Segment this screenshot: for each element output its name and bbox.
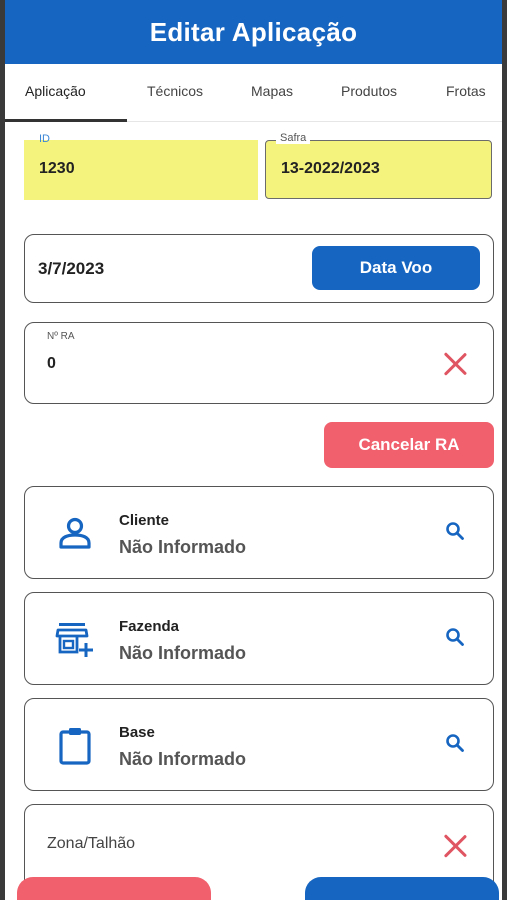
- cliente-title: Cliente: [119, 512, 170, 529]
- data-voo-button[interactable]: Data Voo: [312, 246, 480, 290]
- tab-mapas[interactable]: Mapas: [251, 83, 293, 99]
- base-selector[interactable]: Base Não Informado: [24, 698, 494, 791]
- id-value: 1230: [39, 160, 75, 177]
- search-icon[interactable]: [445, 733, 465, 753]
- fazenda-title: Fazenda: [119, 618, 180, 635]
- search-icon[interactable]: [445, 627, 465, 647]
- zona-talhao-label: Zona/Talhão: [47, 835, 136, 852]
- base-title: Base: [119, 724, 155, 741]
- flight-date-card: 3/7/2023 Data Voo: [24, 234, 494, 303]
- id-label: ID: [39, 133, 50, 145]
- fazenda-selector[interactable]: Fazenda Não Informado: [24, 592, 494, 685]
- ra-label: Nº RA: [47, 331, 75, 342]
- bottom-save-button[interactable]: [305, 877, 499, 900]
- cliente-selector[interactable]: Cliente Não Informado: [24, 486, 494, 579]
- tab-bar: Aplicação Técnicos Mapas Produtos Frotas: [5, 64, 502, 122]
- bottom-cancel-button[interactable]: [17, 877, 211, 900]
- safra-value: 13-2022/2023: [281, 160, 380, 177]
- cliente-value: Não Informado: [119, 537, 247, 557]
- store-add-icon: [55, 623, 93, 657]
- tab-produtos[interactable]: Produtos: [341, 83, 397, 99]
- app-screen: Editar Aplicação Aplicação Técnicos Mapa…: [5, 0, 502, 900]
- search-icon[interactable]: [445, 521, 465, 541]
- page-title: Editar Aplicação: [149, 16, 358, 47]
- safra-field[interactable]: 13-2022/2023: [265, 140, 492, 199]
- clear-zona-icon[interactable]: [442, 833, 468, 859]
- app-header: Editar Aplicação: [5, 0, 502, 64]
- ra-value: 0: [47, 355, 56, 372]
- tab-aplicacao[interactable]: Aplicação: [25, 83, 86, 99]
- base-value: Não Informado: [119, 749, 247, 769]
- tab-frotas[interactable]: Frotas: [446, 83, 486, 99]
- tab-tecnicos[interactable]: Técnicos: [147, 83, 203, 99]
- id-field[interactable]: ID 1230: [24, 133, 258, 200]
- active-tab-indicator: [5, 119, 127, 122]
- safra-label: Safra: [276, 132, 311, 144]
- ra-field[interactable]: Nº RA 0: [24, 322, 494, 404]
- fazenda-value: Não Informado: [119, 643, 247, 663]
- cancel-ra-button[interactable]: Cancelar RA: [324, 422, 494, 468]
- clipboard-icon: [59, 728, 91, 765]
- screen-bezel-right: [502, 0, 507, 900]
- flight-date-value: 3/7/2023: [38, 259, 105, 278]
- person-icon: [59, 517, 91, 549]
- clear-ra-icon[interactable]: [442, 351, 468, 377]
